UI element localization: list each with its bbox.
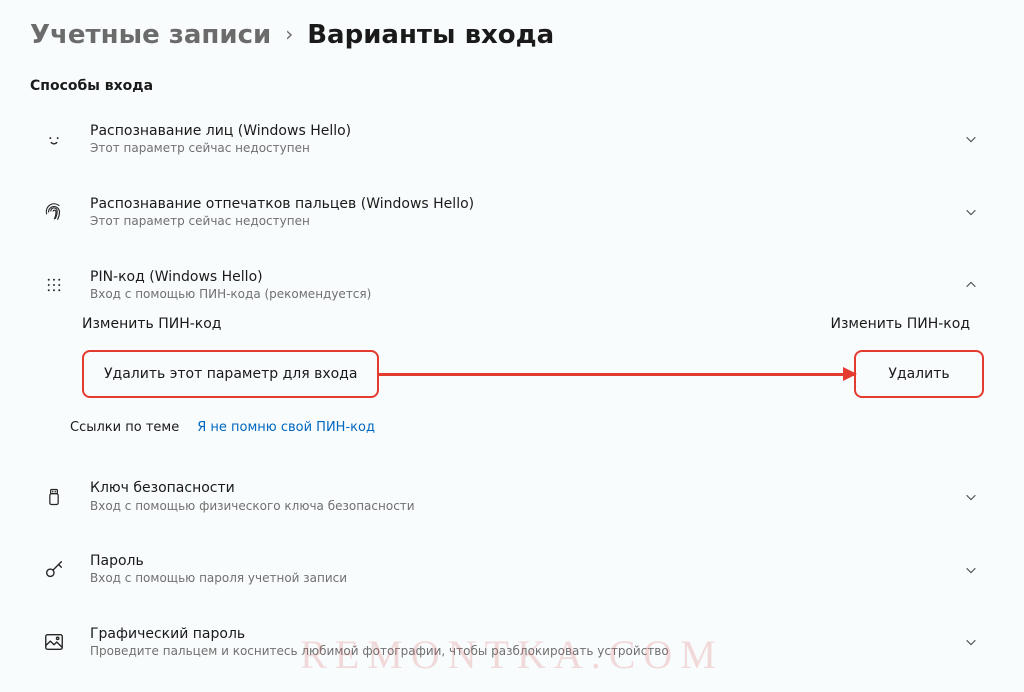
option-subtitle: Проведите пальцем и коснитесь любимой фо… <box>90 644 944 660</box>
face-icon <box>38 123 70 155</box>
chevron-down-icon <box>964 205 978 219</box>
breadcrumb-current: Варианты входа <box>307 20 554 50</box>
key-icon <box>38 554 70 586</box>
pin-expansion: Изменить ПИН-код Изменить ПИН-код Удалит… <box>30 312 994 451</box>
chevron-down-icon <box>964 490 978 504</box>
option-subtitle: Вход с помощью пароля учетной записи <box>90 571 944 587</box>
option-face-recognition[interactable]: Распознавание лиц (Windows Hello) Этот п… <box>30 112 994 167</box>
change-pin-label-left: Изменить ПИН-код <box>82 316 221 332</box>
fingerprint-icon <box>38 196 70 228</box>
chevron-up-icon <box>964 278 978 292</box>
option-fingerprint[interactable]: Распознавание отпечатков пальцев (Window… <box>30 185 994 240</box>
remove-pin-label-highlight: Удалить этот параметр для входа <box>82 350 379 398</box>
option-title: Ключ безопасности <box>90 479 944 497</box>
annotation-arrow <box>377 373 856 376</box>
option-password[interactable]: Пароль Вход с помощью пароля учетной зап… <box>30 542 994 597</box>
option-picture-password[interactable]: Графический пароль Проведите пальцем и к… <box>30 615 994 670</box>
option-subtitle: Этот параметр сейчас недоступен <box>90 141 944 157</box>
chevron-down-icon <box>964 132 978 146</box>
section-title: Способы входа <box>30 78 994 94</box>
option-title: Пароль <box>90 552 944 570</box>
forgot-pin-link[interactable]: Я не помню свой ПИН-код <box>197 420 375 435</box>
option-title: Графический пароль <box>90 625 944 643</box>
breadcrumb-parent[interactable]: Учетные записи <box>30 20 271 50</box>
option-title: Распознавание лиц (Windows Hello) <box>90 122 944 140</box>
chevron-down-icon <box>964 635 978 649</box>
option-subtitle: Вход с помощью физического ключа безопас… <box>90 499 944 515</box>
option-subtitle: Этот параметр сейчас недоступен <box>90 214 944 230</box>
option-security-key[interactable]: Ключ безопасности Вход с помощью физичес… <box>30 469 994 524</box>
usb-key-icon <box>38 481 70 513</box>
signin-options-list: Распознавание лиц (Windows Hello) Этот п… <box>30 112 994 670</box>
option-title: PIN-код (Windows Hello) <box>90 268 944 286</box>
option-title: Распознавание отпечатков пальцев (Window… <box>90 195 944 213</box>
related-links-label: Ссылки по теме <box>70 420 179 435</box>
remove-button-highlight[interactable]: Удалить <box>854 350 984 398</box>
breadcrumb: Учетные записи › Варианты входа <box>30 20 994 50</box>
option-subtitle: Вход с помощью ПИН-кода (рекомендуется) <box>90 287 944 303</box>
chevron-down-icon <box>964 563 978 577</box>
breadcrumb-separator: › <box>285 22 293 46</box>
pin-keypad-icon <box>38 269 70 301</box>
picture-icon <box>38 626 70 658</box>
change-pin-label-right: Изменить ПИН-код <box>831 316 970 332</box>
option-pin[interactable]: PIN-код (Windows Hello) Вход с помощью П… <box>30 258 994 313</box>
